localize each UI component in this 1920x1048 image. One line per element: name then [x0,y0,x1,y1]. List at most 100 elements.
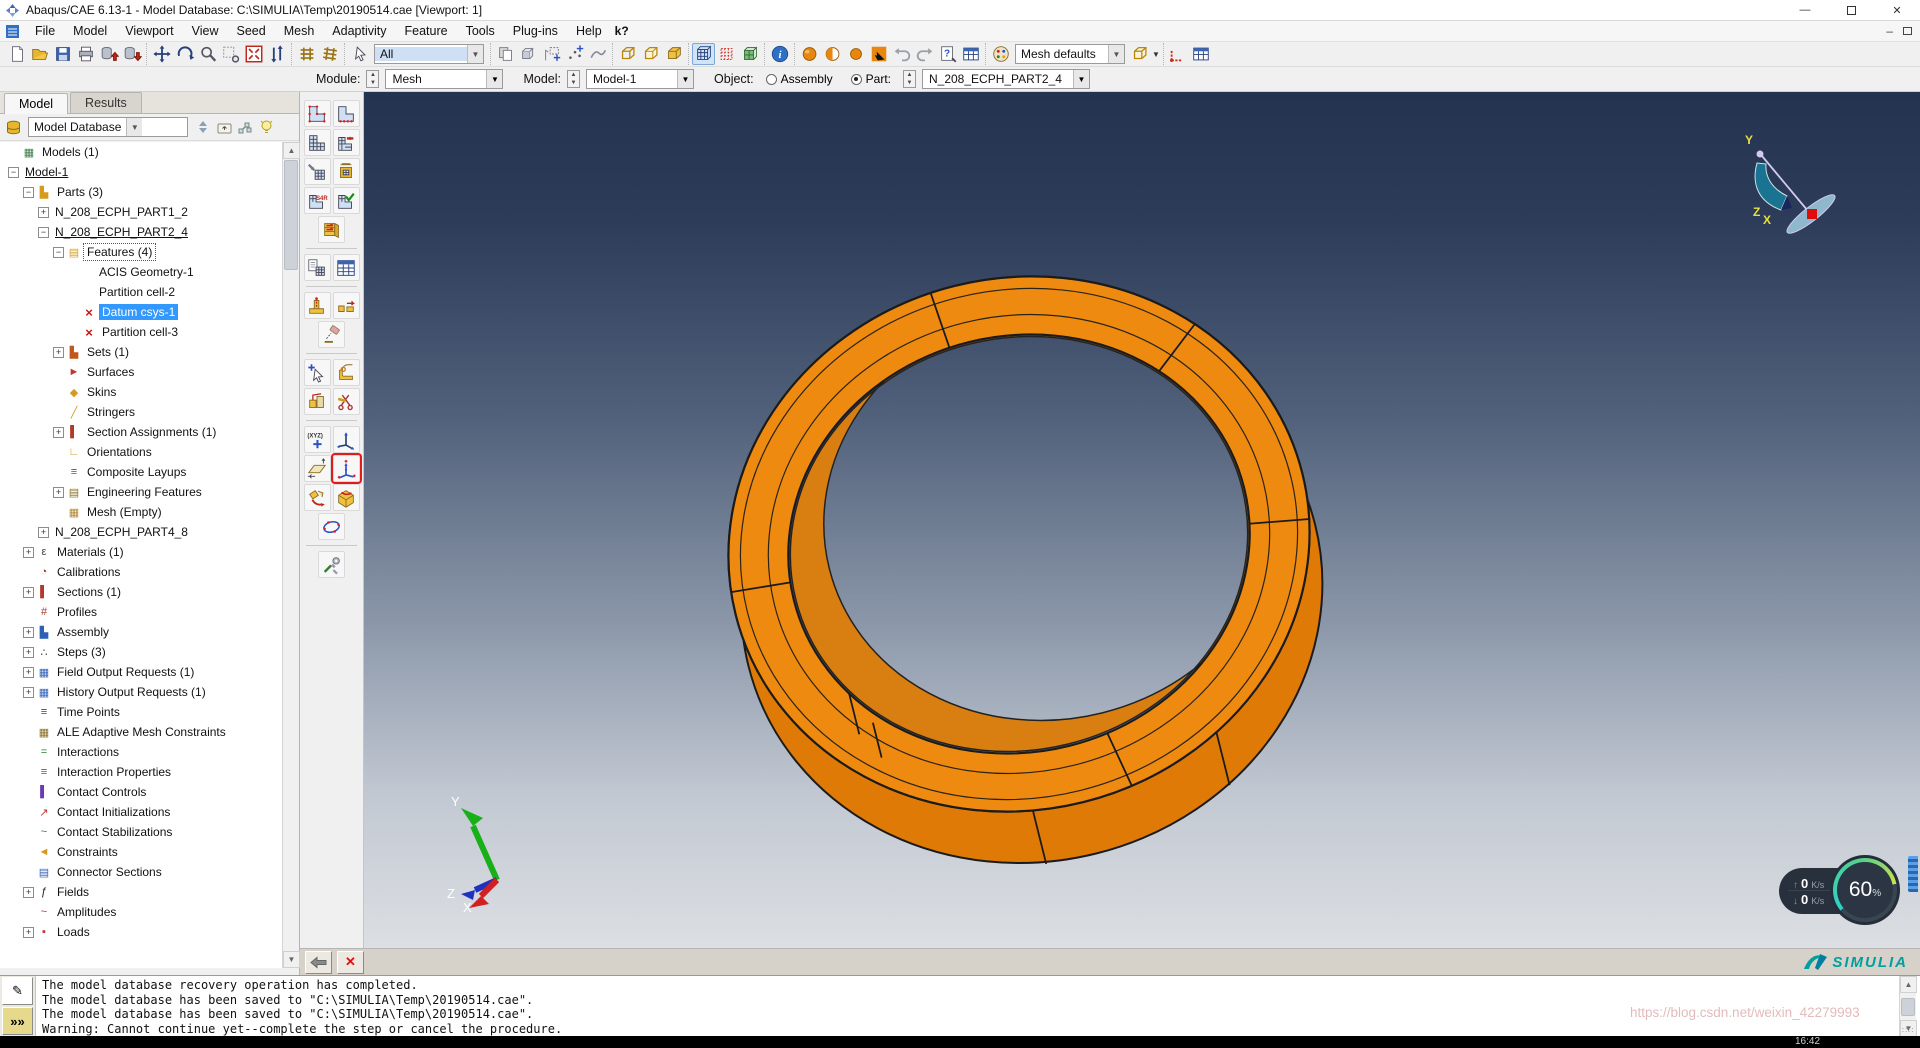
tree-item-calibrations[interactable]: ◔ Calibrations [0,562,283,582]
bulb-icon[interactable] [257,118,275,136]
shaded-render-button[interactable] [662,43,685,65]
tree-item-history-output-requests-1[interactable]: + ▦ History Output Requests (1) [0,682,283,702]
expand-icon[interactable]: + [53,486,64,498]
draw-points-button[interactable] [563,43,586,65]
tree-item-steps-3[interactable]: + ∴ Steps (3) [0,642,283,662]
tree-item-parts-3[interactable]: − ▙ Parts (3) [0,182,283,202]
tree-item-skins[interactable]: ◆ Skins [0,382,283,402]
model-selector[interactable]: Model-1 ▼ [586,69,695,89]
tree-item-n-208-ecph-part1-2[interactable]: + N_208_ECPH_PART1_2 [0,202,283,222]
module-selector[interactable]: Mesh ▼ [385,69,504,89]
widget-edge-handle[interactable] [1908,856,1918,892]
menu-help[interactable]: Help [567,22,611,40]
tree-item-profiles[interactable]: # Profiles [0,602,283,622]
collapse-icon[interactable]: − [38,226,49,238]
query-info-button[interactable]: ? [936,43,959,65]
menu-feature[interactable]: Feature [395,22,456,40]
instance-cube-button[interactable] [517,43,540,65]
tab-results[interactable]: Results [70,92,142,113]
expand-icon[interactable]: + [23,546,34,558]
color-code-selector[interactable]: Mesh defaults ▼ [1015,44,1125,64]
tree-item-n-208-ecph-part2-4[interactable]: − N_208_ECPH_PART2_4 [0,222,283,242]
edit-element-button[interactable] [332,292,360,319]
menu-seed[interactable]: Seed [228,22,275,40]
sphere-half-button[interactable] [821,43,844,65]
undo-button[interactable] [890,43,913,65]
pick-tool-button[interactable] [867,43,890,65]
fit-view-button[interactable] [242,43,265,65]
mesh-cube-blue-button[interactable] [692,43,715,65]
expand-icon[interactable]: + [23,626,34,638]
export-model-button[interactable] [120,43,143,65]
cycle-views-button[interactable] [265,43,288,65]
tree-item-interactions[interactable]: = Interactions [0,742,283,762]
cpu-gauge-widget[interactable]: 60% [1830,855,1900,925]
options-table-button[interactable] [959,43,982,65]
resize-grip[interactable]: ∷∷ [1902,1026,1916,1035]
tree-item-field-output-requests-1[interactable]: + ▦ Field Output Requests (1) [0,662,283,682]
menu-tools[interactable]: Tools [457,22,504,40]
delete-region-mesh-button[interactable] [332,158,360,185]
tree-item-section-assignments-1[interactable]: + ▌ Section Assignments (1) [0,422,283,442]
expand-icon[interactable]: + [23,686,34,698]
tree-item-fields[interactable]: + ƒ Fields [0,882,283,902]
rotate-view-button[interactable] [173,43,196,65]
menu-model[interactable]: Model [64,22,116,40]
tree-item-orientations[interactable]: ∟ Orientations [0,442,283,462]
seed-edges-button[interactable] [303,100,331,127]
expand-icon[interactable]: + [38,206,49,218]
mesh-region-button[interactable] [332,129,360,156]
tree-item-loads[interactable]: + ▪ Loads [0,922,283,942]
info-button[interactable]: i [768,43,791,65]
corner-round-button[interactable] [332,359,360,386]
menu-file[interactable]: File [26,22,64,40]
edit-cursor-button[interactable] [303,359,331,386]
datum-point-xyz-button[interactable]: (XYZ) [303,426,331,453]
selection-filter[interactable]: All ▼ [374,44,484,64]
part-3d-ring[interactable] [364,92,1920,948]
datum-csys-button[interactable] [332,455,360,482]
scroll-up-icon[interactable]: ▲ [283,142,300,159]
view-compass[interactable]: Y Z X [1735,130,1855,250]
partition-bend-button[interactable] [303,484,331,511]
open-file-button[interactable] [28,43,51,65]
folder-up-icon[interactable] [215,118,233,136]
command-line-icon[interactable]: »» [2,1007,33,1035]
mesh-cube-green-button[interactable] [738,43,761,65]
menu-mesh[interactable]: Mesh [275,22,324,40]
seed-density-a-button[interactable] [295,43,318,65]
tree-item-n-208-ecph-part4-8[interactable]: + N_208_ECPH_PART4_8 [0,522,283,542]
mesh-eraser-button[interactable] [318,321,345,348]
menu-view[interactable]: View [183,22,228,40]
pan-view-button[interactable] [150,43,173,65]
collapse-icon[interactable]: − [8,166,19,178]
verify-mesh-button[interactable] [332,187,360,214]
delete-mesh-button[interactable] [303,158,331,185]
tree-item-constraints[interactable]: ◄ Constraints [0,842,283,862]
redo-button[interactable] [913,43,936,65]
mesh-part-button[interactable] [303,129,331,156]
color-code-cube-button[interactable] [1128,43,1151,65]
collapse-icon[interactable]: − [53,246,64,258]
viewport-table-button[interactable] [1190,43,1213,65]
tree-item-model-1[interactable]: − Model-1 [0,162,283,182]
tab-model[interactable]: Model [4,93,69,114]
expand-icon[interactable]: + [23,926,34,938]
datum-plane-button[interactable] [303,455,331,482]
scroll-down-icon[interactable]: ▼ [283,951,300,968]
box-zoom-button[interactable] [219,43,242,65]
viewport-annotation-button[interactable] [1167,43,1190,65]
tree-item-ale-adaptive-mesh-constraints[interactable]: ▦ ALE Adaptive Mesh Constraints [0,722,283,742]
link-icon[interactable] [236,118,254,136]
tree-item-contact-stabilizations[interactable]: ~ Contact Stabilizations [0,822,283,842]
model-spinner[interactable]: ▲ ▼ [567,70,581,88]
import-model-button[interactable] [97,43,120,65]
orient-stack-button[interactable] [318,216,345,243]
tree-item-partition-cell-2[interactable]: Partition cell-2 [0,282,283,302]
partition-scissors-button[interactable] [332,388,360,415]
maximize-button[interactable] [1828,0,1874,20]
tree-item-contact-controls[interactable]: ▌ Contact Controls [0,782,283,802]
tree-item-sections-1[interactable]: + ▌ Sections (1) [0,582,283,602]
expand-icon[interactable]: + [53,426,64,438]
seed-part-button[interactable] [332,100,360,127]
